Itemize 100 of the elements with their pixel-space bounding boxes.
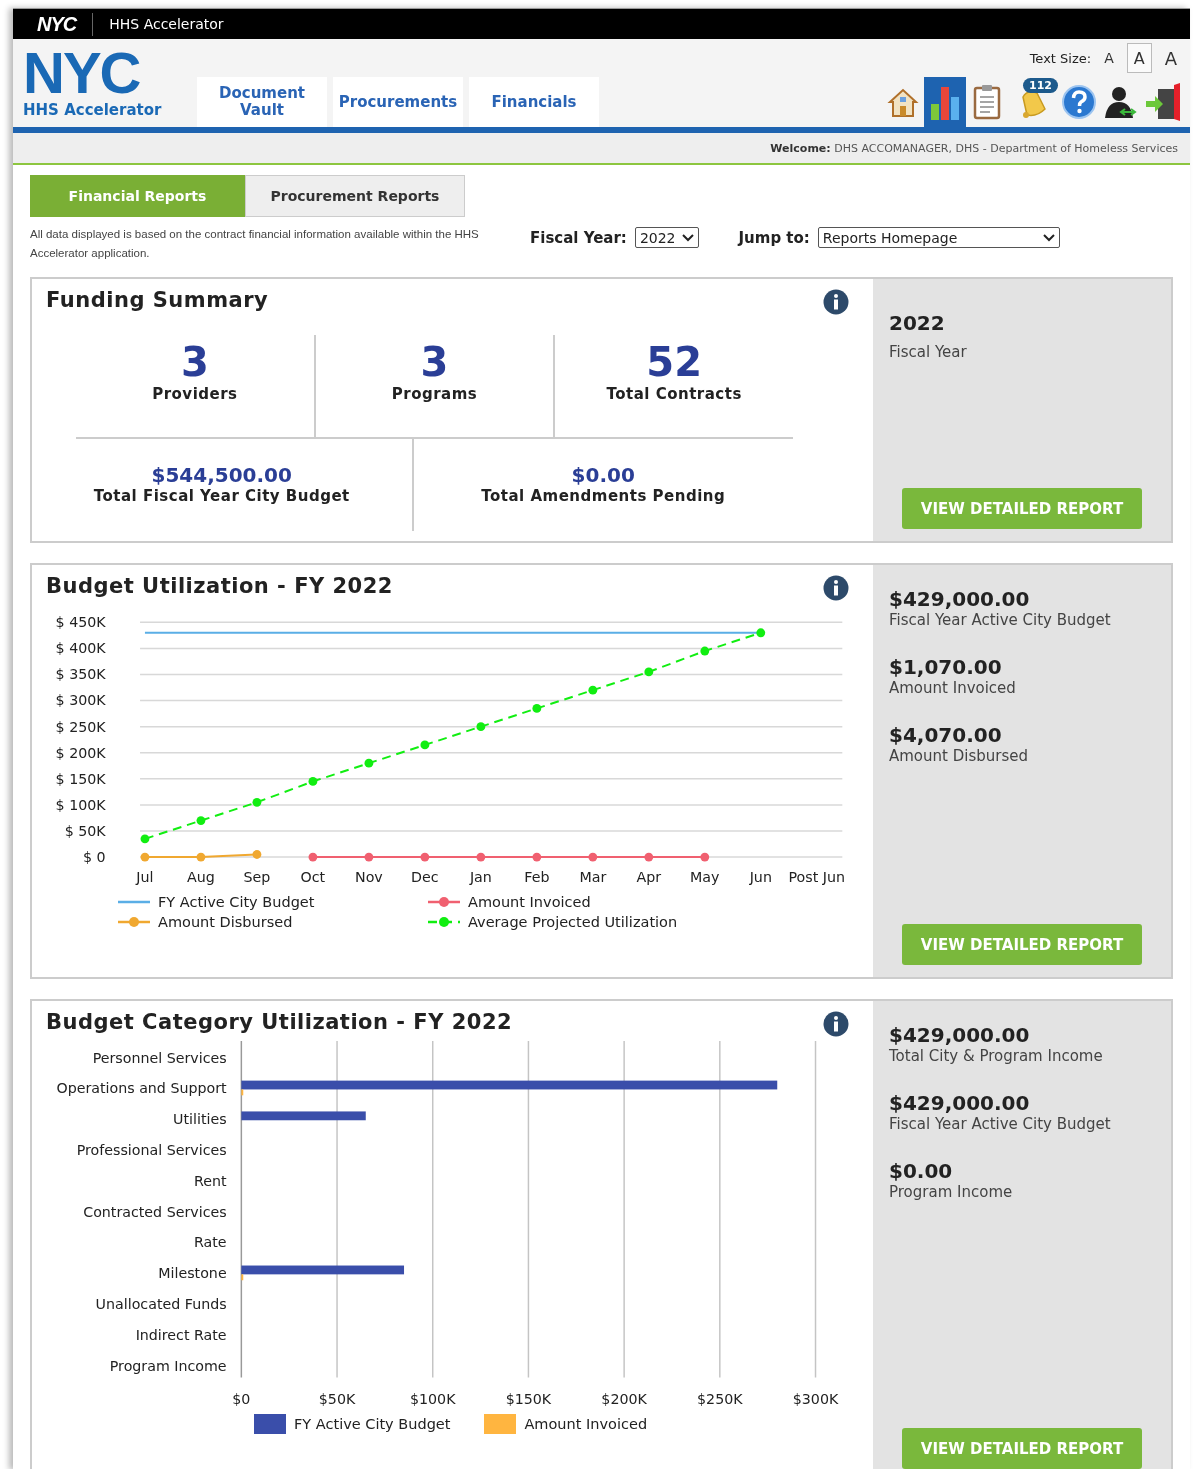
data-point <box>196 852 206 862</box>
y-axis-label: $ 150K <box>55 770 106 787</box>
summary-label: Amount Disbursed <box>889 747 1029 765</box>
y-axis-label: $ 0 <box>83 849 106 865</box>
data-point <box>140 834 150 844</box>
y-axis-label: Program Income <box>109 1357 227 1374</box>
nav-tab[interactable]: Document Vault <box>197 77 327 127</box>
stat-value: 52 <box>646 339 702 385</box>
total-value: $0.00 <box>571 463 635 487</box>
y-axis-label: $ 300K <box>55 692 106 709</box>
legend-label[interactable]: Amount Disbursed <box>158 914 293 930</box>
y-axis-label: $ 200K <box>55 744 106 761</box>
x-axis-label: Oct <box>300 868 326 885</box>
info-icon[interactable] <box>823 289 849 315</box>
summary-value: $429,000.00 <box>889 1023 1031 1047</box>
text-size-label: Text Size: <box>1029 50 1092 66</box>
info-icon[interactable] <box>823 575 849 601</box>
help-icon <box>1061 84 1097 120</box>
chevron-icon <box>1042 233 1055 242</box>
data-point <box>308 852 318 862</box>
y-axis-label: $ 100K <box>55 796 106 813</box>
total-value: $544,500.00 <box>151 463 292 487</box>
y-axis-label: Contracted Services <box>83 1203 227 1220</box>
y-axis-label: Unallocated Funds <box>95 1296 227 1313</box>
total-label: Total Fiscal Year City Budget <box>93 487 350 505</box>
y-axis-label: Utilities <box>173 1111 227 1128</box>
data-point <box>532 852 542 862</box>
legend-label[interactable]: FY Active City Budget <box>294 1416 451 1432</box>
y-axis-label: Operations and Support <box>56 1080 227 1097</box>
data-point <box>308 777 318 786</box>
legend-label[interactable]: Amount Invoiced <box>468 894 591 910</box>
summary-value: $1,070.00 <box>889 655 1003 679</box>
app-name: HHS Accelerator <box>23 101 163 119</box>
data-point <box>364 758 374 768</box>
jump-to-label: Jump to: <box>738 228 810 247</box>
data-point <box>140 852 150 862</box>
x-axis-label: Nov <box>355 868 383 885</box>
legend-swatch-icon <box>254 1414 286 1434</box>
legend-marker-icon <box>118 916 150 928</box>
x-axis-label: $250K <box>697 1391 743 1408</box>
panel-title: Budget Utilization - FY 2022 <box>46 574 393 598</box>
data-point <box>364 852 374 862</box>
data-point <box>588 685 598 695</box>
x-axis-label: Jun <box>749 868 772 885</box>
x-axis-label: $0 <box>232 1391 251 1408</box>
summary-value: $4,070.00 <box>889 723 1003 747</box>
fiscal-year-label: Fiscal Year: <box>530 228 627 247</box>
nyc-logo: NYC <box>13 12 94 36</box>
panel-title: Budget Category Utilization - FY 2022 <box>46 1010 513 1034</box>
legend-label[interactable]: Amount Invoiced <box>524 1416 648 1432</box>
data-point <box>756 628 766 638</box>
exit-door-icon <box>1144 83 1182 121</box>
report-tab[interactable]: Procurement Reports <box>245 175 465 217</box>
y-axis-label: Personnel Services <box>92 1049 227 1066</box>
x-axis-label: Sep <box>243 868 271 885</box>
summary-value: $429,000.00 <box>889 1091 1031 1115</box>
welcome-text: Welcome: DHS ACCOMANAGER, DHS - Department of Homeless Services <box>770 141 1178 155</box>
nav-tab[interactable]: Procurements <box>333 77 463 127</box>
jump-to-dropdown[interactable]: Reports Homepage <box>817 227 1060 248</box>
y-axis-label: Indirect Rate <box>135 1326 227 1343</box>
year-label: Fiscal Year <box>889 343 968 361</box>
legend-label[interactable]: FY Active City Budget <box>158 894 315 910</box>
y-axis-label: $ 350K <box>55 666 106 683</box>
summary-value: $429,000.00 <box>889 587 1031 611</box>
data-point <box>588 852 598 862</box>
y-axis-label: Rate <box>194 1234 227 1251</box>
x-axis-label: $50K <box>318 1391 356 1408</box>
text-size-option[interactable]: A <box>1097 47 1121 69</box>
data-point <box>196 816 206 825</box>
x-axis-label: $100K <box>410 1391 456 1408</box>
legend-label[interactable]: Average Projected Utilization <box>468 914 678 930</box>
y-axis-label: $ 450K <box>55 614 106 631</box>
info-icon[interactable] <box>823 1011 849 1037</box>
stat-label: Providers <box>152 385 238 403</box>
data-point <box>700 852 710 862</box>
stat-value: 3 <box>180 339 209 385</box>
text-size-option[interactable]: A <box>1157 44 1184 72</box>
toolbar-button[interactable]: 112 <box>1008 77 1058 127</box>
x-axis-label: Feb <box>524 868 550 885</box>
x-axis-label: Post Jun <box>788 868 846 885</box>
legend-swatch-icon <box>484 1414 517 1434</box>
y-axis-label: Milestone <box>158 1265 227 1282</box>
stat-label: Programs <box>391 385 478 403</box>
fiscal-year-dropdown[interactable]: 2022 <box>634 227 699 248</box>
nav-tab[interactable]: Financials <box>469 77 599 127</box>
app-title: HHS Accelerator <box>108 16 224 32</box>
notification-count: 112 <box>1023 78 1058 93</box>
x-axis-label: $150K <box>505 1391 552 1408</box>
x-axis-label: Apr <box>636 868 662 885</box>
data-point <box>644 852 654 862</box>
x-axis-label: Jan <box>469 868 492 885</box>
summary-label: Total City & Program Income <box>889 1047 1104 1065</box>
y-axis-label: $ 250K <box>55 718 106 735</box>
year-value: 2022 <box>889 311 946 335</box>
summary-label: Fiscal Year Active City Budget <box>889 1115 1112 1133</box>
text-size-option[interactable]: A <box>1126 43 1152 73</box>
nyc-logo[interactable]: NYC <box>23 45 193 101</box>
info-note: All data displayed is based on the contract financial information available within the HHS Accelerator application. <box>30 227 480 261</box>
data-point <box>644 667 654 677</box>
panel-title: Funding Summary <box>46 288 269 312</box>
